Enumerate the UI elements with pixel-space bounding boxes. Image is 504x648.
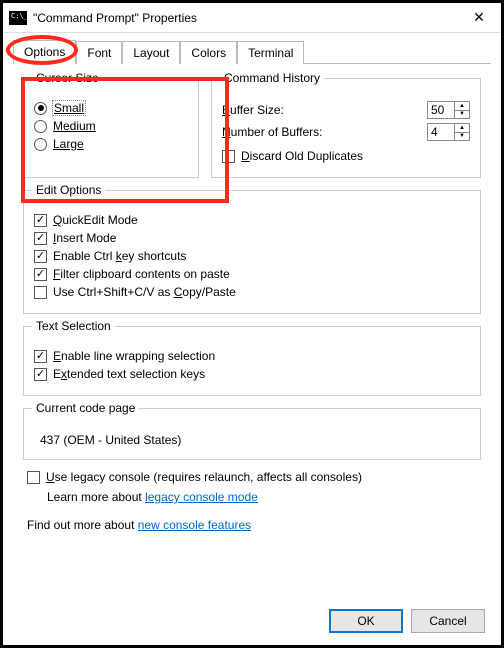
spinner-up-icon[interactable]: ▲ [455,124,469,133]
number-buffers-label: Number of Buffers: [222,125,427,139]
quickedit-label: QuickEdit Mode [53,213,138,227]
quickedit-row[interactable]: QuickEdit Mode [34,213,470,227]
tab-layout[interactable]: Layout [122,41,180,64]
number-buffers-input[interactable]: 4 [427,123,455,141]
group-command-history: Command History Buffer Size: 50 ▲ ▼ Numb… [211,78,481,178]
insert-row[interactable]: Insert Mode [34,231,470,245]
wrap-label: Enable line wrapping selection [53,349,215,363]
close-button[interactable]: ✕ [459,4,499,32]
group-title-selection: Text Selection [32,319,115,333]
number-buffers-spinner[interactable]: ▲ ▼ [455,123,470,141]
ctrlkeys-label: Enable Ctrl key shortcuts [53,249,186,263]
tab-terminal[interactable]: Terminal [237,41,304,64]
cancel-button[interactable]: Cancel [411,609,485,633]
tabstrip: Options Font Layout Colors Terminal [3,33,501,64]
radio-small-text: Small [54,101,84,115]
radio-large-label: Large [53,137,84,151]
legacy-console-link[interactable]: legacy console mode [145,490,258,504]
discard-duplicates-checkbox[interactable] [222,150,235,163]
filter-checkbox[interactable] [34,268,47,281]
codepage-value: 437 (OEM - United States) [40,433,470,447]
radio-small[interactable] [34,102,47,115]
spinner-up-icon[interactable]: ▲ [455,102,469,111]
spinner-down-icon[interactable]: ▼ [455,133,469,141]
ctrlkeys-row[interactable]: Enable Ctrl key shortcuts [34,249,470,263]
radio-large[interactable] [34,138,47,151]
legacy-label: Use legacy console (requires relaunch, a… [46,470,362,484]
radio-large-text: Large [53,137,84,151]
radio-medium-text: Medium [53,119,96,133]
group-text-selection: Text Selection Enable line wrapping sele… [23,326,481,396]
tab-content: Cursor Size Small Medium Large Command H… [3,64,501,538]
quickedit-checkbox[interactable] [34,214,47,227]
window-title: "Command Prompt" Properties [33,11,459,25]
ext-label: Extended text selection keys [53,367,205,381]
new-console-features-link[interactable]: new console features [138,518,251,532]
discard-duplicates-label: Discard Old Duplicates [241,149,363,163]
ext-checkbox[interactable] [34,368,47,381]
group-title-edit: Edit Options [32,183,105,197]
legacy-checkbox[interactable] [27,471,40,484]
usecv-checkbox[interactable] [34,286,47,299]
discard-duplicates-row[interactable]: Discard Old Duplicates [222,149,470,163]
group-cursor-size: Cursor Size Small Medium Large [23,78,199,178]
group-title-codepage: Current code page [32,401,139,415]
ctrlkeys-checkbox[interactable] [34,250,47,263]
tab-options[interactable]: Options [13,40,76,64]
cmd-icon [9,11,27,25]
buffer-size-label: Buffer Size: [222,103,427,117]
filter-label: Filter clipboard contents on paste [53,267,230,281]
legacy-row[interactable]: Use legacy console (requires relaunch, a… [27,470,477,484]
dialog-window: "Command Prompt" Properties ✕ Options Fo… [0,0,504,648]
titlebar: "Command Prompt" Properties ✕ [3,3,501,33]
legacy-learn: Learn more about legacy console mode [47,490,477,504]
tab-font[interactable]: Font [76,41,122,64]
radio-medium[interactable] [34,120,47,133]
wrap-row[interactable]: Enable line wrapping selection [34,349,470,363]
group-codepage: Current code page 437 (OEM - United Stat… [23,408,481,460]
find-more-pre: Find out more about [27,518,138,532]
spinner-down-icon[interactable]: ▼ [455,111,469,119]
ext-row[interactable]: Extended text selection keys [34,367,470,381]
legacy-learn-pre: Learn more about [47,490,145,504]
buffer-size-spinner[interactable]: ▲ ▼ [455,101,470,119]
insert-label: Insert Mode [53,231,116,245]
group-edit-options: Edit Options QuickEdit Mode Insert Mode … [23,190,481,314]
group-title-history: Command History [220,71,324,85]
buffer-size-input[interactable]: 50 [427,101,455,119]
radio-medium-row[interactable]: Medium [34,119,188,133]
wrap-checkbox[interactable] [34,350,47,363]
radio-medium-label: Medium [53,119,96,133]
radio-small-row[interactable]: Small [34,101,188,115]
find-more: Find out more about new console features [27,518,477,532]
ok-button[interactable]: OK [329,609,403,633]
radio-large-row[interactable]: Large [34,137,188,151]
radio-small-label: Small [53,101,85,115]
tab-colors[interactable]: Colors [180,41,237,64]
filter-row[interactable]: Filter clipboard contents on paste [34,267,470,281]
insert-checkbox[interactable] [34,232,47,245]
usecv-row[interactable]: Use Ctrl+Shift+C/V as Copy/Paste [34,285,470,299]
group-title-cursor: Cursor Size [32,71,103,85]
usecv-label: Use Ctrl+Shift+C/V as Copy/Paste [53,285,236,299]
